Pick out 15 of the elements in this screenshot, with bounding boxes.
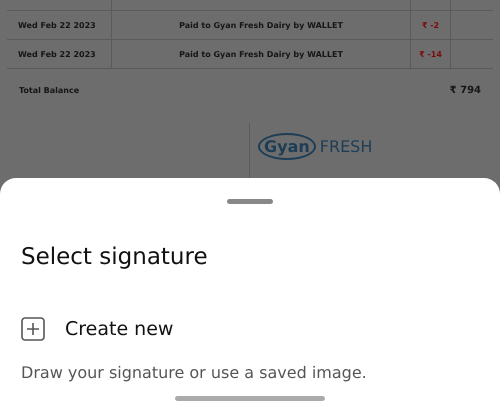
description-cell: Paid to Gyan Fresh Dairy by WALLET: [179, 50, 343, 58]
total-value: ₹ 794: [450, 84, 481, 96]
logo-word: Gyan: [258, 133, 316, 160]
sheet-title: Select signature: [21, 244, 209, 270]
amount-cell: ₹ -14: [419, 50, 442, 58]
drag-handle[interactable]: [227, 199, 273, 204]
total-label: Total Balance: [19, 86, 80, 94]
description-cell: Paid to Gyan Fresh Dairy by WALLET: [179, 20, 343, 30]
date-cell: Wed Feb 22 2023: [18, 50, 96, 58]
hint-text: Draw your signature or use a saved image.: [21, 363, 368, 382]
create-new-option[interactable]: Create new: [21, 317, 479, 341]
amount-cell: ₹ -2: [422, 20, 440, 30]
logo-word: FRESH: [320, 136, 372, 156]
date-cell: Wed Feb 22 2023: [18, 20, 96, 30]
plus-icon: [21, 317, 45, 341]
